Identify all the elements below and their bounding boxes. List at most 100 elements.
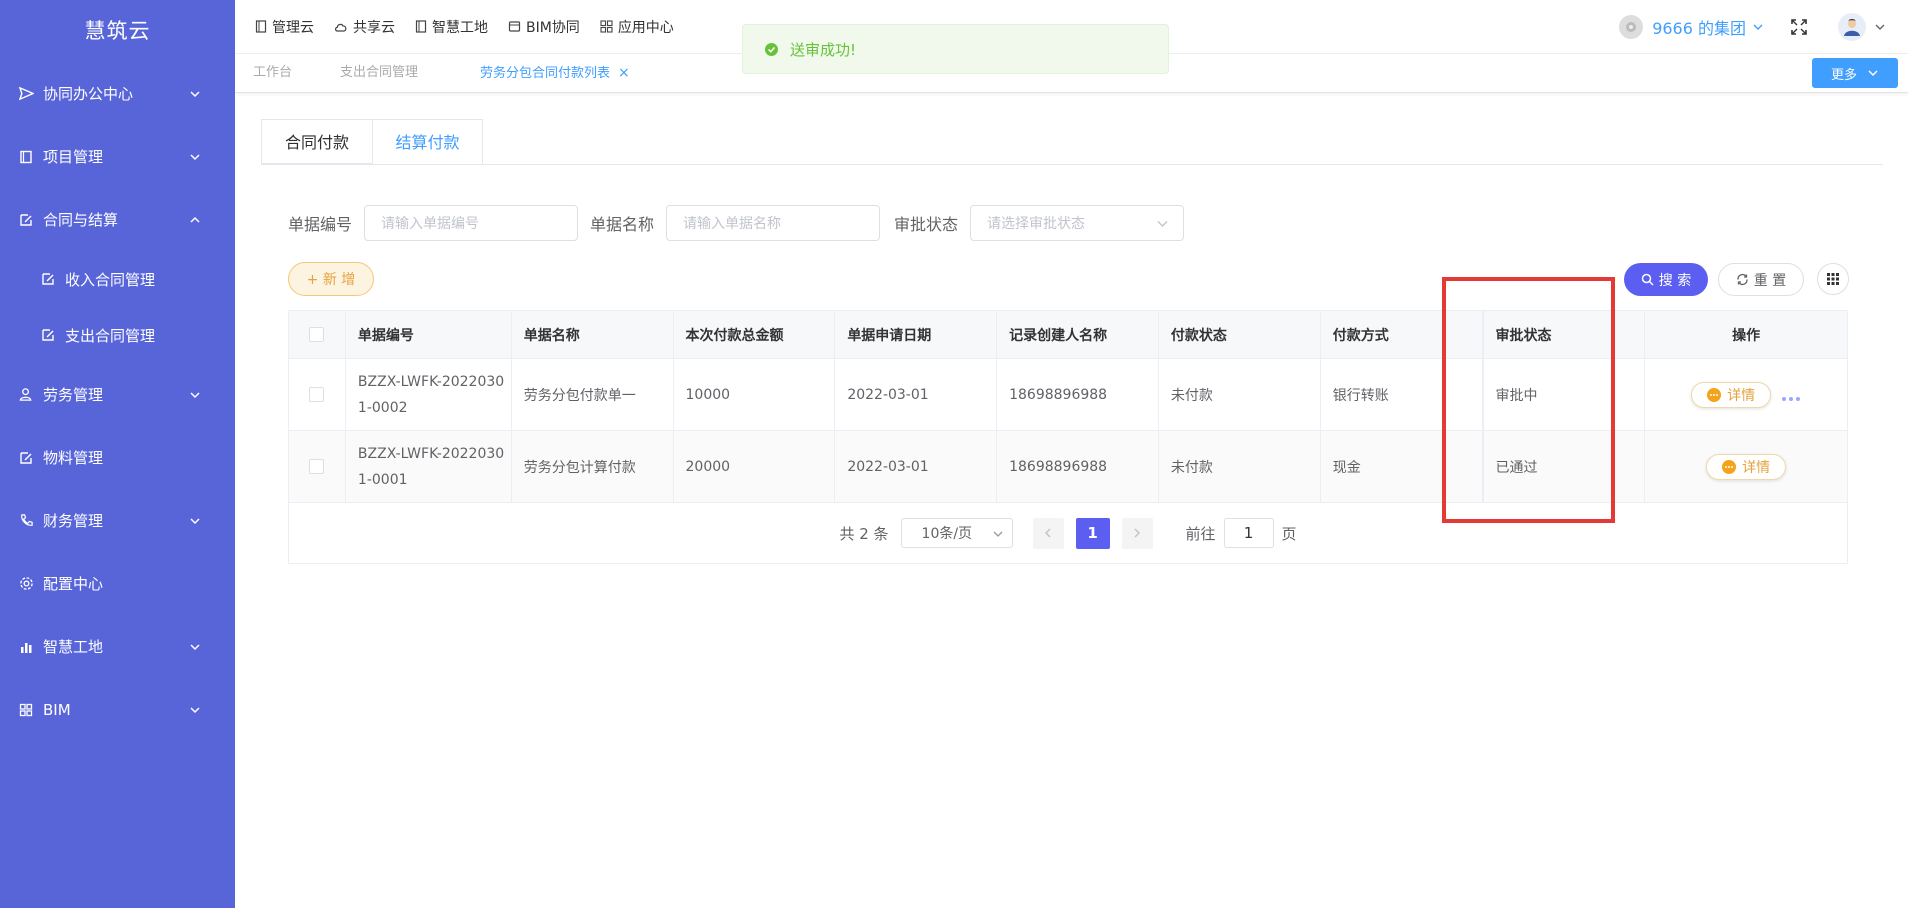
sidebar: 慧筑云 协同办公中心 项目管理 合同与结算 收入合同管理 支出合同管理 劳务管理…: [0, 0, 235, 908]
top-nav: 管理云 共享云 智慧工地 BIM协同 应用中心: [255, 0, 694, 53]
header-label: 付款方式: [1332, 327, 1389, 344]
fullscreen-icon[interactable]: [1790, 18, 1808, 36]
code-input[interactable]: 请输入单据编号: [364, 205, 579, 241]
user-avatar-icon: [1844, 18, 1860, 36]
chevron-down-icon: [993, 531, 1002, 537]
sidebar-item-bim[interactable]: BIM: [0, 678, 235, 741]
sidebar-item-label: 财务管理: [43, 512, 104, 530]
chevron-down-icon: [190, 517, 200, 524]
sidebar-item-collab[interactable]: 协同办公中心: [0, 62, 235, 125]
prev-page-button[interactable]: [1032, 517, 1064, 549]
cell-pay-status: 未付款: [1159, 359, 1321, 430]
tab-labor-payment-list[interactable]: 劳务分包合同付款列表 ×: [480, 54, 630, 92]
topnav-item-management-cloud[interactable]: 管理云: [255, 17, 314, 37]
row-select: [289, 431, 346, 502]
sidebar-item-material[interactable]: 物料管理: [0, 426, 235, 489]
toast-message: 送审成功!: [790, 40, 857, 59]
top-right-tools: 9666 的集团: [1619, 0, 1908, 53]
tab-label: 劳务分包合同付款列表: [480, 66, 611, 81]
sidebar-item-income-contract[interactable]: 收入合同管理: [0, 251, 235, 307]
chevron-down-icon: [190, 391, 200, 398]
chevron-down-icon[interactable]: [1874, 21, 1886, 33]
code-line: 1-0001: [357, 471, 408, 488]
cell-creator: 18698896988: [997, 359, 1159, 430]
goto-page-input[interactable]: 1: [1223, 518, 1274, 548]
sidebar-item-smart-site[interactable]: 智慧工地: [0, 615, 235, 678]
header-cell: 审批状态: [1482, 311, 1646, 358]
pagination: 共 2 条 10条/页 1 前往 1 页: [289, 503, 1847, 563]
cell-date: 2022-03-01: [835, 359, 998, 430]
column-settings-button[interactable]: [1817, 263, 1849, 295]
row-checkbox[interactable]: [309, 387, 325, 402]
edit-doc-icon: [18, 450, 34, 466]
code-line: 1-0002: [357, 399, 408, 416]
chevron-down-icon: [190, 90, 200, 97]
topnav-item-bim-collab[interactable]: BIM协同: [508, 17, 580, 37]
add-button[interactable]: + 新 增: [288, 262, 374, 296]
chevron-right-icon: [1134, 528, 1141, 538]
grid-icon: [18, 702, 34, 718]
tab-settlement-payment[interactable]: 结算付款: [372, 119, 483, 164]
placeholder: 请输入单据编号: [381, 216, 480, 232]
page-number-current[interactable]: 1: [1075, 517, 1110, 549]
org-switcher[interactable]: 9666 的集团: [1619, 14, 1764, 39]
table-row: BZZX-LWFK-2022030 1-0002 劳务分包付款单一 10000 …: [289, 359, 1847, 431]
topnav-label: 管理云: [272, 19, 314, 36]
grid-icon: [600, 20, 613, 33]
sidebar-item-contract[interactable]: 合同与结算: [0, 188, 235, 251]
topnav-item-smart-site[interactable]: 智慧工地: [415, 17, 488, 37]
sidebar-item-labor[interactable]: 劳务管理: [0, 363, 235, 426]
more-actions-icon[interactable]: [1781, 383, 1801, 407]
chevron-down-icon: [1157, 221, 1168, 227]
next-page-button[interactable]: [1121, 517, 1153, 549]
filter-label: 单据名称: [590, 215, 655, 234]
brand-title: 慧筑云: [84, 19, 151, 43]
detail-label: 详情: [1727, 387, 1756, 404]
tab-expense-contract[interactable]: 支出合同管理: [340, 54, 418, 92]
row-select: [289, 359, 346, 430]
tab-contract-payment[interactable]: 合同付款: [261, 119, 373, 164]
tab-workbench[interactable]: 工作台: [253, 54, 292, 92]
sidebar-item-label: 物料管理: [43, 449, 104, 467]
payment-table: 单据编号 单据名称 本次付款总金额 单据申请日期 记录创建人名称 付款状态 付款…: [288, 310, 1848, 564]
sidebar-item-label: 配置中心: [43, 575, 104, 593]
cell-amount: 10000: [674, 359, 836, 430]
edit-doc-icon: [40, 327, 56, 343]
row-checkbox[interactable]: [309, 459, 325, 474]
chevron-down-icon: [1868, 70, 1878, 77]
sidebar-item-config[interactable]: 配置中心: [0, 552, 235, 615]
detail-button[interactable]: 详情: [1706, 453, 1787, 480]
sidebar-item-label: 项目管理: [43, 148, 104, 166]
placeholder: 请选择审批状态: [987, 216, 1086, 232]
chevron-down-icon: [190, 643, 200, 650]
sidebar-item-expense-contract[interactable]: 支出合同管理: [0, 307, 235, 363]
status-select[interactable]: 请选择审批状态: [970, 205, 1185, 241]
bar-chart-icon: [18, 639, 34, 655]
topnav-item-app-center[interactable]: 应用中心: [600, 17, 674, 37]
search-button[interactable]: 搜 索: [1624, 263, 1708, 296]
sidebar-item-project[interactable]: 项目管理: [0, 125, 235, 188]
more-button[interactable]: 更多: [1812, 58, 1898, 88]
book-icon: [255, 20, 267, 33]
name-input[interactable]: 请输入单据名称: [666, 205, 881, 241]
edit-doc-icon: [18, 212, 34, 228]
filter-status: 审批状态 请选择审批状态: [894, 205, 1185, 241]
send-icon: [18, 86, 34, 102]
refresh-icon: [1736, 273, 1749, 286]
topnav-item-share-cloud[interactable]: 共享云: [334, 17, 395, 37]
filter-code: 单据编号 请输入单据编号: [288, 205, 579, 241]
select-all-checkbox[interactable]: [309, 327, 325, 342]
sidebar-item-finance[interactable]: 财务管理: [0, 489, 235, 552]
topnav-label: BIM协同: [526, 19, 580, 36]
header-cell: 付款状态: [1159, 311, 1321, 358]
cell-code: BZZX-LWFK-2022030 1-0001: [346, 431, 512, 502]
filter-label: 审批状态: [894, 215, 959, 234]
close-icon[interactable]: ×: [618, 65, 630, 81]
phone-icon: [18, 513, 34, 529]
cell-code: BZZX-LWFK-2022030 1-0002: [346, 359, 512, 430]
page-size-select[interactable]: 10条/页: [900, 518, 1013, 548]
reset-button[interactable]: 重 置: [1718, 263, 1804, 296]
avatar[interactable]: [1838, 12, 1866, 41]
detail-button[interactable]: 详情: [1691, 381, 1772, 408]
goto-page: 前往 1 页: [1186, 518, 1297, 548]
